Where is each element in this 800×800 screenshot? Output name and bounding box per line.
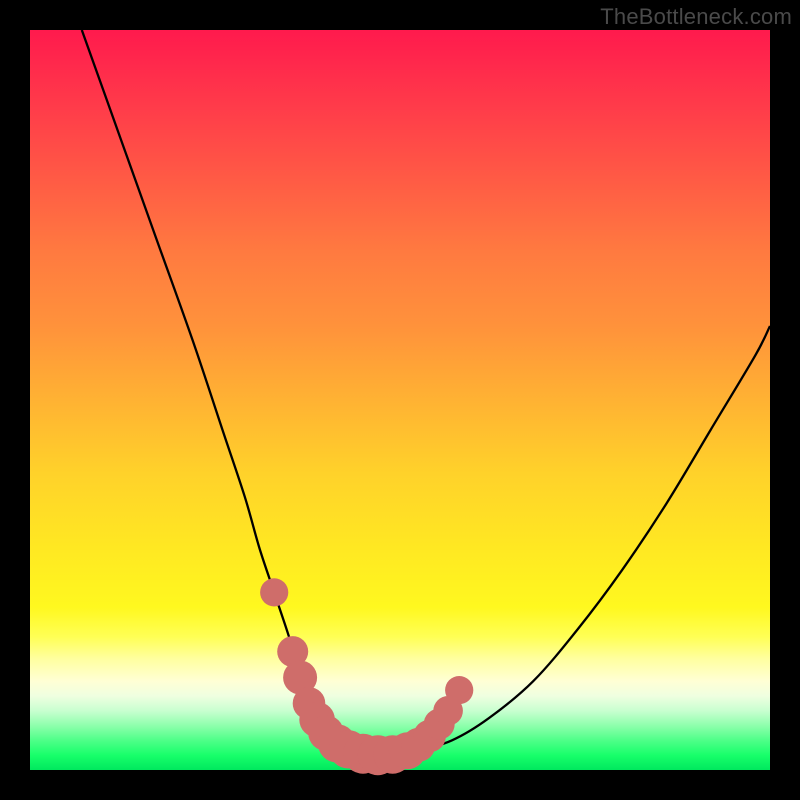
curve-marker	[445, 676, 473, 704]
chart-svg	[30, 30, 770, 770]
watermark-text: TheBottleneck.com	[600, 4, 792, 30]
curve-marker	[260, 578, 288, 606]
chart-frame: TheBottleneck.com	[0, 0, 800, 800]
marker-group	[260, 578, 473, 775]
bottleneck-curve	[82, 30, 770, 756]
plot-area	[30, 30, 770, 770]
